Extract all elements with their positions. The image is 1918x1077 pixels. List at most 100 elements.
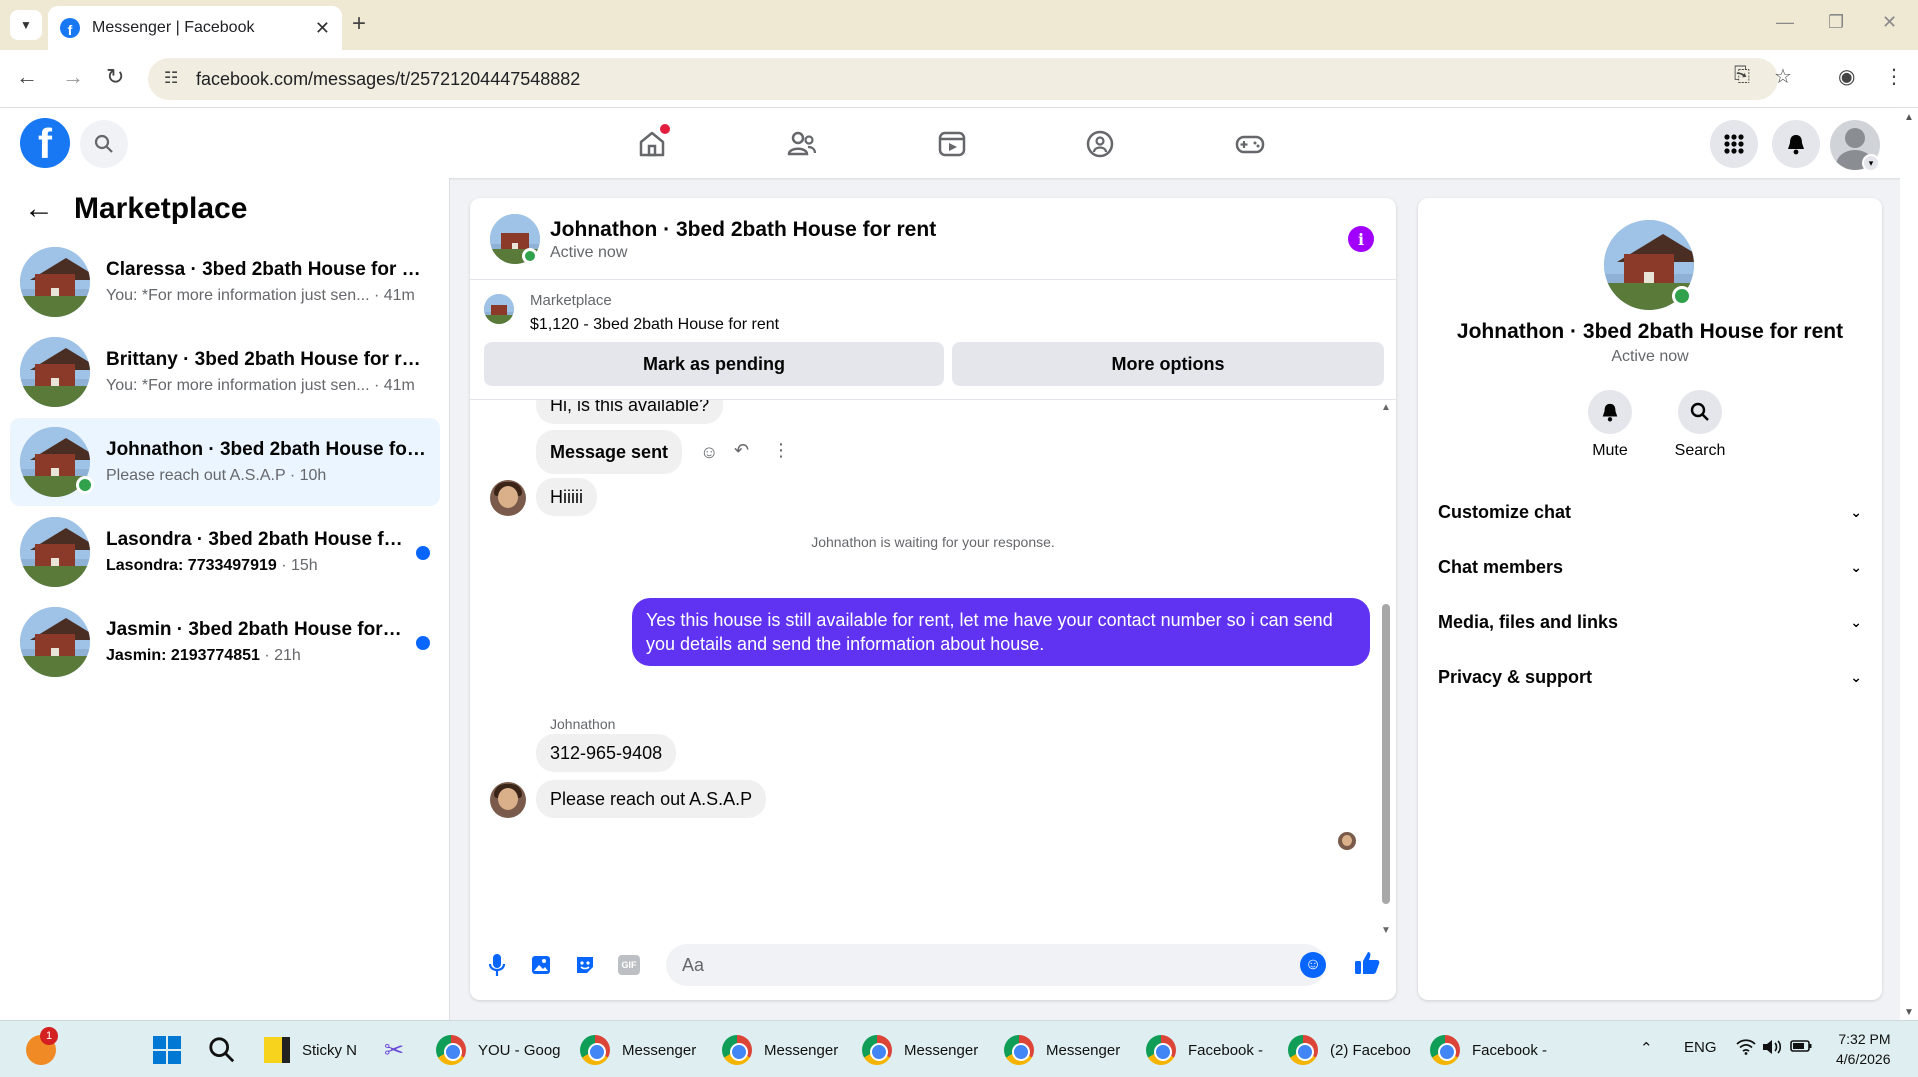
thread-johnathon[interactable]: Johnathon · 3bed 2bath House for... Plea… [10,418,440,506]
tab-list-chevron-icon[interactable]: ▼ [10,10,42,40]
message-bubble-incoming[interactable]: Please reach out A.S.A.P [536,780,767,818]
taskbar-chrome-messenger-2[interactable]: Messenger [722,1031,838,1069]
tab-title: Messenger | Facebook [92,19,255,36]
weather-widget-icon[interactable]: 1 [26,1027,58,1069]
menu-dots-icon[interactable]: ⋮ [1884,64,1904,89]
url-field[interactable]: ☷ facebook.com/messages/t/25721204447548… [148,58,1778,100]
thumbs-up-icon[interactable] [1352,948,1382,978]
message-bubble-incoming[interactable]: Hiiiii [536,478,597,516]
online-status-dot [1672,286,1692,306]
taskbar-search-icon[interactable] [208,1031,236,1069]
search-icon[interactable] [80,120,128,168]
thread-preview: Jasmin: 2193774851 [106,647,260,664]
account-chevron-icon[interactable]: ▾ [1862,154,1880,172]
taskbar-chrome-messenger-3[interactable]: Messenger [862,1031,978,1069]
clock[interactable]: 7:32 PM 4/6/2026 [1836,1029,1891,1069]
tray-chevron-up-icon[interactable]: ⌃ [1640,1039,1653,1057]
browser-tabbar: ▼ f Messenger | Facebook ✕ + — ❐ ✕ [0,0,1918,50]
taskbar-chrome-messenger-4[interactable]: Messenger [1004,1031,1120,1069]
search-action[interactable]: Search [1660,390,1740,460]
message-bubble-incoming[interactable]: Hi, is this available? [536,400,724,424]
reply-icon[interactable]: ↶ [734,440,749,461]
forward-icon[interactable]: → [62,64,84,90]
page-scrollbar[interactable]: ▲ ▼ [1900,108,1918,1020]
groups-icon[interactable] [1080,124,1120,164]
sender-avatar[interactable] [490,480,526,516]
thread-lasondra[interactable]: Lasondra · 3bed 2bath House for... Lason… [10,508,440,596]
scroll-up-icon[interactable]: ▲ [1381,402,1391,413]
notifications-bell-icon[interactable] [1772,120,1820,168]
facebook-logo-icon[interactable]: f [20,118,70,168]
more-options-button[interactable]: More options [952,342,1384,386]
clock-date: 4/6/2026 [1836,1051,1891,1067]
minimize-icon[interactable]: — [1776,12,1794,33]
mark-as-pending-button[interactable]: Mark as pending [484,342,944,386]
chrome-icon [1430,1035,1460,1065]
scroll-up-icon[interactable]: ▲ [1904,112,1914,123]
chat-contact-name[interactable]: Johnathon · 3bed 2bath House for rent [550,218,936,242]
scroll-down-icon[interactable]: ▼ [1381,925,1391,936]
install-app-icon[interactable]: ⎘ [1734,64,1750,87]
battery-icon[interactable] [1790,1039,1812,1057]
microphone-icon[interactable] [482,950,512,980]
chat-members-section[interactable]: Chat members ⌄ [1438,547,1862,587]
customize-chat-section[interactable]: Customize chat ⌄ [1438,492,1862,532]
emoji-icon[interactable]: ☺ [1300,952,1326,978]
sender-avatar[interactable] [490,782,526,818]
chrome-icon [1004,1035,1034,1065]
message-bubble-incoming[interactable]: 312-965-9408 [536,734,677,772]
new-tab-icon[interactable]: + [352,10,366,38]
more-actions-icon[interactable]: ⋮ [772,440,790,461]
language-indicator[interactable]: ENG [1684,1039,1717,1056]
windows-start-icon[interactable] [152,1031,182,1069]
volume-icon[interactable] [1762,1039,1782,1059]
listing-price-title[interactable]: $1,120 - 3bed 2bath House for rent [530,316,779,334]
taskbar-chrome-facebook-1[interactable]: Facebook - [1146,1031,1263,1069]
back-arrow-icon[interactable]: ← [24,192,54,226]
chat-scrollbar[interactable]: ▲ ▼ [1376,400,1396,940]
back-icon[interactable]: ← [16,64,38,90]
profile-icon[interactable]: ◉ [1838,64,1855,89]
marketplace-header: ← Marketplace [24,192,247,226]
home-icon[interactable] [632,124,672,164]
scroll-down-icon[interactable]: ▼ [1904,1007,1914,1018]
message-bubble-outgoing[interactable]: Yes this house is still available for re… [632,598,1370,666]
search-icon[interactable] [1678,390,1722,434]
mute-action[interactable]: Mute [1570,390,1650,460]
restore-icon[interactable]: ❐ [1828,12,1844,33]
react-emoji-icon[interactable]: ☺ [700,442,718,463]
taskbar-sticky-notes[interactable]: Sticky N [264,1031,357,1069]
thread-jasmin[interactable]: Jasmin · 3bed 2bath House for r... Jasmi… [10,598,440,686]
gif-icon[interactable]: GIF [614,950,644,980]
close-tab-icon[interactable]: ✕ [315,18,330,39]
friends-icon[interactable] [782,124,822,164]
wifi-icon[interactable] [1736,1039,1756,1059]
privacy-support-section[interactable]: Privacy & support ⌄ [1438,657,1862,697]
info-icon[interactable]: i [1348,226,1374,252]
taskbar-chrome-messenger-1[interactable]: Messenger [580,1031,696,1069]
site-info-icon[interactable]: ☷ [164,68,178,88]
scrollbar-thumb[interactable] [1382,604,1390,904]
taskbar-chrome-facebook-3[interactable]: Facebook - [1430,1031,1547,1069]
thread-brittany[interactable]: Brittany · 3bed 2bath House for rent You… [10,328,440,416]
video-icon[interactable] [932,124,972,164]
media-files-links-section[interactable]: Media, files and links ⌄ [1438,602,1862,642]
message-input[interactable]: Aa [666,944,1326,986]
sticker-icon[interactable] [570,950,600,980]
menu-grid-icon[interactable] [1710,120,1758,168]
taskbar-chrome-you[interactable]: YOU - Goog [436,1031,561,1069]
photo-icon[interactable] [526,950,556,980]
close-window-icon[interactable]: ✕ [1882,12,1897,33]
taskbar-label: Sticky N [302,1041,358,1059]
bookmark-star-icon[interactable]: ☆ [1774,64,1792,89]
chevron-down-icon: ⌄ [1850,503,1862,520]
browser-tab[interactable]: f Messenger | Facebook ✕ [48,6,342,50]
gaming-icon[interactable] [1230,124,1270,164]
reload-icon[interactable]: ↻ [106,64,124,90]
message-list: Hi, is this available? Message sent ☺ ↶ … [470,400,1396,940]
message-bubble-sent-status[interactable]: Message sent [536,430,683,474]
snipping-tool-icon[interactable]: ✂ [384,1031,404,1069]
thread-claressa[interactable]: Claressa · 3bed 2bath House for rent You… [10,238,440,326]
taskbar-chrome-facebook-2[interactable]: (2) Faceboo [1288,1031,1411,1069]
bell-icon[interactable] [1588,390,1632,434]
